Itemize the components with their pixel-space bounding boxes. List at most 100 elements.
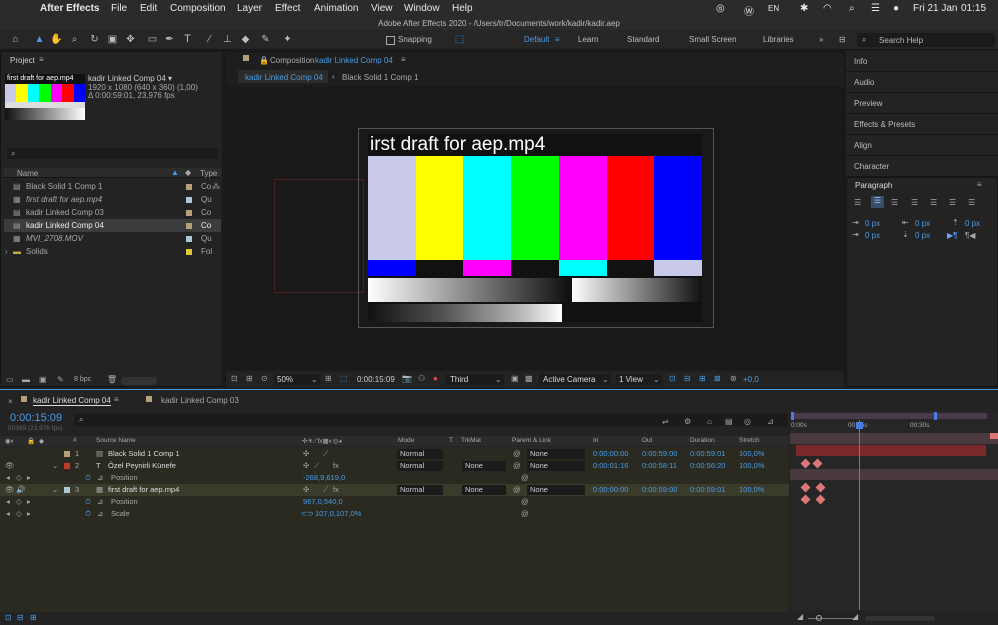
paragraph-title[interactable]: Paragraph (855, 181, 892, 190)
trash-icon[interactable]: 🗑 (107, 375, 117, 384)
comp-mini-flowchart-icon[interactable]: ⇌ (662, 417, 669, 426)
keyframe[interactable] (800, 494, 811, 505)
layer-stretch[interactable]: 100,0% (739, 448, 764, 460)
vr-icon[interactable]: ⊙ (261, 374, 268, 383)
prev-keyframe-icon[interactable]: ◂ (6, 496, 10, 508)
comp-flowchart-icon[interactable]: ⊠ (714, 374, 721, 383)
pick-whip-icon[interactable]: @ (513, 460, 521, 472)
hand-tool-icon[interactable]: ✋ (50, 33, 63, 46)
label-swatch[interactable] (186, 236, 192, 242)
pick-whip-icon[interactable]: @ (513, 484, 521, 496)
rectangle-tool-icon[interactable]: ▭ (146, 33, 159, 46)
layer-duration[interactable]: 0:00:56:20 (690, 460, 725, 472)
work-area-end[interactable] (934, 412, 937, 420)
zoom-slider-thumb[interactable] (816, 615, 822, 621)
keyframe[interactable] (800, 458, 811, 469)
keyframe-icon[interactable]: ◇ (16, 496, 22, 508)
panel-info[interactable]: Info (846, 51, 998, 72)
collapse-switch-icon[interactable]: ✣ (303, 484, 309, 496)
brush-tool-icon[interactable]: ⁄ (203, 33, 216, 46)
property-value[interactable]: 967,0,540,0 (303, 496, 343, 508)
layer-row[interactable]: 👁 ⌄ 2 T Özel Peynirli Künefe ✣ ⟋ fx Norm… (0, 460, 789, 472)
property-row[interactable]: ◂ ◇ ▸ ⏱ ⊿ Position -268,9,619,0 @ (0, 472, 789, 484)
selection-tool-icon[interactable]: ▲ (33, 33, 46, 46)
label-tag-icon[interactable]: ◆ (185, 168, 191, 177)
prev-keyframe-icon[interactable]: ◂ (6, 472, 10, 484)
label-swatch[interactable] (186, 223, 192, 229)
clone-stamp-tool-icon[interactable]: ⊥ (221, 33, 234, 46)
workspace-standard[interactable]: Standard (627, 35, 659, 44)
quality-switch-icon[interactable]: ⟋ (323, 484, 328, 496)
playhead-handle[interactable] (856, 422, 863, 429)
keyframe-icon[interactable]: ◇ (16, 472, 22, 484)
list-item-selected[interactable]: ▤ kadir Linked Comp 04 Co (4, 219, 221, 232)
tab-comp-04[interactable]: kadir Linked Comp 04 (238, 70, 328, 83)
roto-brush-tool-icon[interactable]: ✎ (259, 33, 272, 46)
zoom-out-icon[interactable]: ◢ (797, 612, 803, 621)
zoom-in-icon[interactable]: ◢ (852, 612, 858, 621)
close-tab-icon[interactable]: × (8, 397, 13, 406)
pick-whip-icon[interactable]: @ (521, 508, 529, 520)
prev-keyframe-icon[interactable]: ◂ (6, 508, 10, 520)
work-area-bar[interactable] (792, 413, 987, 419)
mode-dropdown[interactable]: Normal (397, 449, 443, 459)
left-to-right-icon[interactable]: ▶¶ (947, 231, 957, 240)
search-help-field[interactable]: ⌕ Search Help (857, 33, 995, 47)
label-swatch[interactable] (186, 184, 192, 190)
menu-help[interactable]: Help (452, 3, 473, 14)
zoom-slider[interactable] (808, 618, 853, 619)
menu-edit[interactable]: Edit (140, 3, 157, 14)
workspace-libraries[interactable]: Libraries (763, 35, 794, 44)
timeline-search-field[interactable]: ⌕ (74, 414, 788, 426)
rotate-tool-icon[interactable]: ↻ (88, 33, 101, 46)
next-keyframe-icon[interactable]: ▸ (27, 472, 31, 484)
audio-icon[interactable]: 🔊 (16, 484, 25, 496)
reset-exposure-icon[interactable]: ⊛ (730, 374, 737, 383)
viewer-timecode[interactable]: 0:00:15:09 (357, 375, 395, 384)
panel-character[interactable]: Character (846, 156, 998, 177)
pick-whip-icon[interactable]: @ (513, 448, 521, 460)
list-item[interactable]: ▦ first draft for aep.mp4 Qu (4, 193, 221, 206)
workspace-menu-icon[interactable]: ≡ (555, 35, 560, 44)
pixel-aspect-icon[interactable]: ⊞ (246, 374, 253, 383)
layer-stretch[interactable]: 100,0% (739, 460, 764, 472)
menu-view[interactable]: View (371, 3, 393, 14)
comp-lock-icon[interactable]: 🔒 (259, 56, 269, 65)
indent-left-value[interactable]: 0 px (865, 219, 880, 228)
layer-name[interactable]: Özel Peynirli Künefe (108, 460, 176, 472)
column-stretch[interactable]: Stretch (739, 437, 760, 444)
justify-last-center-icon[interactable]: ☰ (930, 198, 937, 207)
right-to-left-icon[interactable]: ¶◀ (965, 231, 975, 240)
column-parent[interactable]: Parent & Link (512, 437, 551, 444)
label-column-icon[interactable]: ◆ (39, 437, 44, 445)
home-icon[interactable]: ⌂ (9, 33, 22, 46)
timeline-timecode[interactable]: 0:00:15:09 (10, 412, 62, 424)
new-composition-icon[interactable]: ▣ (39, 375, 47, 384)
pen-tool-icon[interactable]: ✒ (163, 33, 176, 46)
first-line-indent-value[interactable]: 0 px (865, 231, 880, 240)
wifi-icon[interactable]: ◠ (823, 3, 832, 14)
column-out[interactable]: Out (642, 437, 652, 444)
mode-dropdown[interactable]: Normal (397, 485, 443, 495)
bit-depth-button[interactable]: 8 bpc (74, 376, 91, 383)
project-settings-icon[interactable]: ✎ (57, 375, 64, 384)
indent-right-value[interactable]: 0 px (915, 219, 930, 228)
menu-file[interactable]: File (111, 3, 127, 14)
panel-effects-presets[interactable]: Effects & Presets (846, 114, 998, 135)
project-search-field[interactable]: ⌕ (7, 148, 218, 159)
trkmat-dropdown[interactable]: None (462, 461, 506, 471)
list-item[interactable]: ▤ kadir Linked Comp 03 Co (4, 206, 221, 219)
snapping-checkbox[interactable] (386, 36, 395, 45)
pan-behind-tool-icon[interactable]: ✥ (124, 33, 137, 46)
keyframe[interactable] (815, 482, 826, 493)
workspace-default[interactable]: Default (524, 35, 549, 44)
interpret-footage-icon[interactable]: ▭ (6, 375, 14, 384)
pick-whip-icon[interactable]: @ (521, 472, 529, 484)
effects-switch-icon[interactable]: fx (333, 460, 339, 472)
property-row[interactable]: ◂ ◇ ▸ ⏱ ⊿ Scale ⊂⊃ 107,0,107,0% @ (0, 508, 789, 520)
search-help-icon-box[interactable]: ⊟ (839, 35, 846, 44)
collapse-switch-icon[interactable]: ✣ (303, 448, 309, 460)
exposure-value[interactable]: +0,0 (743, 375, 759, 384)
justify-last-left-icon[interactable]: ☰ (911, 198, 918, 207)
align-left-icon[interactable]: ☰ (854, 198, 861, 207)
